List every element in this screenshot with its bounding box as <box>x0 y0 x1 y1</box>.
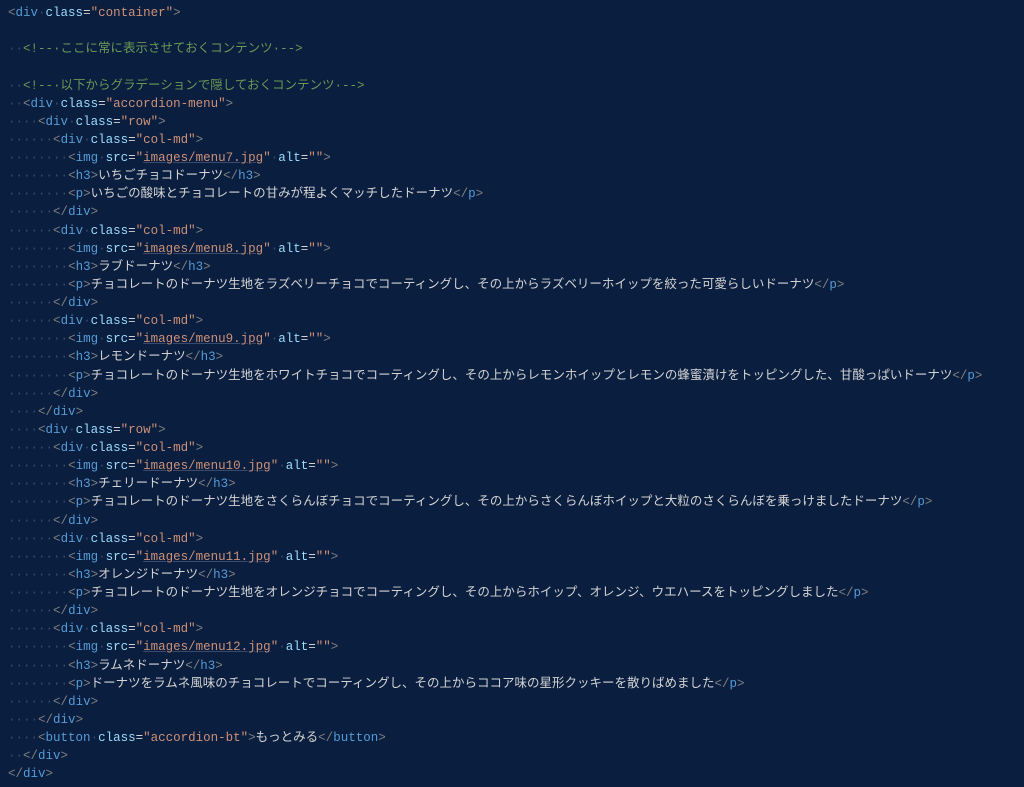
code-line: ········<p>チョコレートのドーナツ生地をラズベリーチョコでコーティング… <box>8 276 1016 294</box>
code-line: ········<h3>オレンジドーナツ</h3> <box>8 566 1016 584</box>
code-line: ····<div·class="row"> <box>8 113 1016 131</box>
code-line: ······</div> <box>8 602 1016 620</box>
code-line: ··<div·class="accordion-menu"> <box>8 95 1016 113</box>
blank-line <box>8 58 1016 76</box>
code-line: ··</div> <box>8 747 1016 765</box>
code-line: ····<button·class="accordion-bt">もっとみる</… <box>8 729 1016 747</box>
code-line: ····</div> <box>8 403 1016 421</box>
code-line: ········<img·src="images/menu12.jpg"·alt… <box>8 638 1016 656</box>
code-line: ········<h3>いちごチョコドーナツ</h3> <box>8 167 1016 185</box>
code-line: <div·class="container"> <box>8 4 1016 22</box>
code-line: ········<img·src="images/menu7.jpg"·alt=… <box>8 149 1016 167</box>
code-line: ······</div> <box>8 294 1016 312</box>
code-line: ········<p>チョコレートのドーナツ生地をホワイトチョコでコーティングし… <box>8 367 1016 385</box>
code-line: ······<div·class="col-md"> <box>8 131 1016 149</box>
code-line: ··<!--·ここに常に表示させておくコンテンツ·--> <box>8 40 1016 58</box>
code-line: ······</div> <box>8 693 1016 711</box>
code-line: ······</div> <box>8 203 1016 221</box>
code-line: ······<div·class="col-md"> <box>8 312 1016 330</box>
code-line: ··<!--·以下からグラデーションで隠しておくコンテンツ·--> <box>8 77 1016 95</box>
code-line: ········<p>チョコレートのドーナツ生地をさくらんぼチョコでコーティング… <box>8 493 1016 511</box>
code-line: ········<h3>ラブドーナツ</h3> <box>8 258 1016 276</box>
code-line: ······<div·class="col-md"> <box>8 620 1016 638</box>
code-line: ········<img·src="images/menu11.jpg"·alt… <box>8 548 1016 566</box>
code-editor[interactable]: <div·class="container"> ··<!--·ここに常に表示させ… <box>8 4 1016 783</box>
code-line: ········<p>いちごの酸味とチョコレートの甘みが程よくマッチしたドーナツ… <box>8 185 1016 203</box>
code-line: </div> <box>8 765 1016 783</box>
code-line: ······<div·class="col-md"> <box>8 530 1016 548</box>
code-line: ········<p>ドーナツをラムネ風味のチョコレートでコーティングし、その上… <box>8 675 1016 693</box>
code-line: ········<img·src="images/menu9.jpg"·alt=… <box>8 330 1016 348</box>
code-line: ········<h3>チェリードーナツ</h3> <box>8 475 1016 493</box>
code-line: ····</div> <box>8 711 1016 729</box>
blank-line <box>8 22 1016 40</box>
code-line: ········<img·src="images/menu8.jpg"·alt=… <box>8 240 1016 258</box>
code-line: ······</div> <box>8 385 1016 403</box>
code-line: ········<h3>ラムネドーナツ</h3> <box>8 657 1016 675</box>
code-line: ········<p>チョコレートのドーナツ生地をオレンジチョコでコーティングし… <box>8 584 1016 602</box>
code-line: ········<img·src="images/menu10.jpg"·alt… <box>8 457 1016 475</box>
code-line: ······<div·class="col-md"> <box>8 222 1016 240</box>
code-line: ····<div·class="row"> <box>8 421 1016 439</box>
code-line: ········<h3>レモンドーナツ</h3> <box>8 348 1016 366</box>
code-line: ······</div> <box>8 512 1016 530</box>
code-line: ······<div·class="col-md"> <box>8 439 1016 457</box>
